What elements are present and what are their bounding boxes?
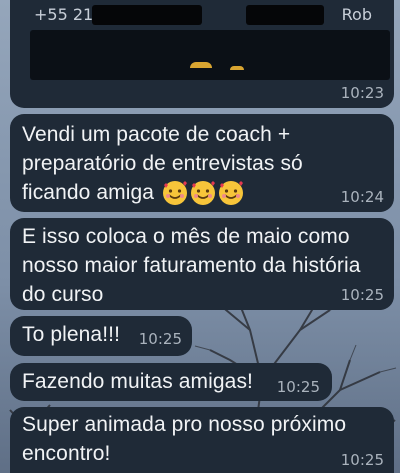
message-text: Vendi um pacote de coach + preparatório … xyxy=(22,120,322,207)
message-time: 10:25 xyxy=(138,330,182,348)
sunset-thumbnail xyxy=(230,66,244,70)
sender-phone: +55 21 xyxy=(34,5,94,24)
message-text: E isso coloca o mês de maio como nosso m… xyxy=(22,225,361,306)
message-bubble-3[interactable]: To plena!!! 10:25 xyxy=(10,316,192,356)
smiling-face-with-hearts-icon xyxy=(191,181,215,206)
message-time: 10:25 xyxy=(340,286,384,304)
message-text: Fazendo muitas amigas! xyxy=(22,370,253,393)
quoted-media[interactable] xyxy=(30,30,390,80)
message-bubble-1[interactable]: Vendi um pacote de coach + preparatório … xyxy=(10,114,394,212)
message-bubble-4[interactable]: Fazendo muitas amigas! 10:25 xyxy=(10,363,332,401)
message-time: 10:25 xyxy=(340,451,384,469)
message-bubble-5[interactable]: Super animada pro nosso próximo encontro… xyxy=(10,407,394,473)
message-time: 10:25 xyxy=(276,378,320,396)
message-bubble-2[interactable]: E isso coloca o mês de maio como nosso m… xyxy=(10,218,394,310)
message-time: 10:24 xyxy=(340,188,384,206)
sunset-thumbnail xyxy=(190,62,212,68)
redacted-phone-digits xyxy=(92,5,202,25)
smiling-face-with-hearts-icon xyxy=(219,181,243,206)
redacted-content xyxy=(30,30,390,80)
message-text: Super animada pro nosso próximo encontro… xyxy=(22,413,347,465)
smiling-face-with-hearts-icon xyxy=(163,181,187,206)
sender-name: Rob xyxy=(341,5,372,24)
message-time: 10:23 xyxy=(340,84,384,102)
message-bubble-0[interactable]: +55 21 Rob 10:23 xyxy=(10,0,394,108)
redacted-sender-name xyxy=(246,5,324,25)
